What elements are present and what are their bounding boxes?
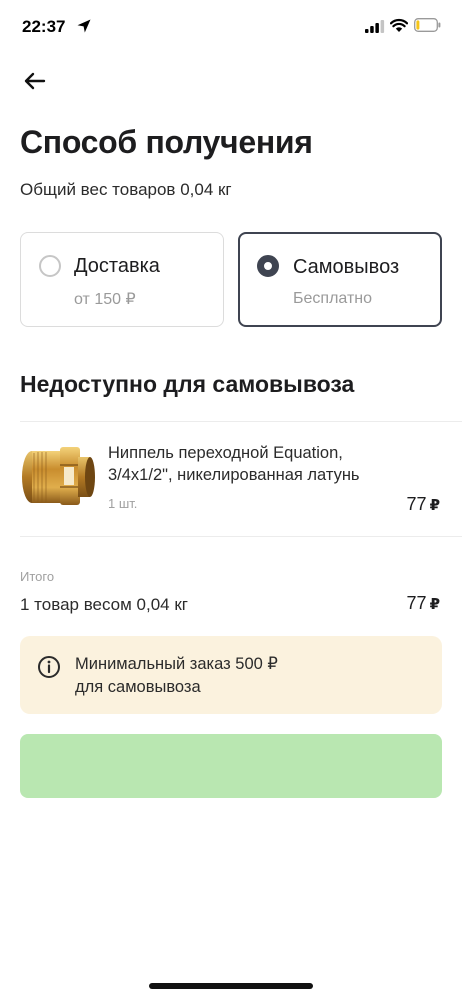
cellular-signal-icon bbox=[365, 20, 385, 33]
delivery-radio[interactable] bbox=[39, 255, 61, 277]
back-arrow-icon[interactable] bbox=[20, 66, 50, 96]
total-price: 77 ₽ bbox=[406, 593, 440, 613]
page-title: Способ получения bbox=[20, 124, 313, 160]
delivery-option-card[interactable]: Доставка от 150 ₽ bbox=[20, 232, 224, 327]
ruble-sign: ₽ bbox=[429, 497, 440, 514]
product-image bbox=[22, 447, 95, 505]
notice-line-1: Минимальный заказ 500 ₽ bbox=[75, 655, 278, 673]
pickup-option-card[interactable]: Самовывоз Бесплатно bbox=[238, 232, 442, 327]
info-icon bbox=[38, 656, 60, 678]
wifi-icon bbox=[390, 18, 408, 32]
pickup-price: Бесплатно bbox=[293, 290, 373, 307]
location-arrow-icon bbox=[77, 19, 91, 33]
divider bbox=[20, 421, 462, 422]
product-name[interactable]: Ниппель переходной Equation, 3/4x1/2", н… bbox=[108, 442, 428, 486]
total-label: Итого bbox=[20, 569, 55, 584]
total-text: 1 товар весом 0,04 кг bbox=[20, 595, 188, 614]
status-time: 22:37 bbox=[22, 17, 66, 36]
product-quantity: 1 шт. bbox=[108, 496, 138, 511]
pickup-radio[interactable] bbox=[257, 255, 279, 277]
delivery-label: Доставка bbox=[74, 255, 160, 277]
unavailable-section-title: Недоступно для самовывоза bbox=[20, 371, 355, 397]
notice-line-2: для самовывоза bbox=[75, 678, 201, 696]
divider bbox=[20, 536, 462, 537]
total-weight-text: Общий вес товаров 0,04 кг bbox=[20, 180, 232, 199]
battery-icon bbox=[414, 18, 441, 32]
pickup-label: Самовывоз bbox=[293, 256, 400, 278]
status-bar: 22:37 bbox=[0, 0, 462, 56]
home-indicator bbox=[149, 983, 313, 989]
delivery-price: от 150 ₽ bbox=[74, 291, 136, 308]
continue-button[interactable] bbox=[20, 734, 442, 798]
product-price: 77 ₽ bbox=[406, 494, 440, 514]
ruble-sign: ₽ bbox=[429, 596, 440, 613]
minimum-order-notice: Минимальный заказ 500 ₽ для самовывоза bbox=[20, 636, 442, 714]
